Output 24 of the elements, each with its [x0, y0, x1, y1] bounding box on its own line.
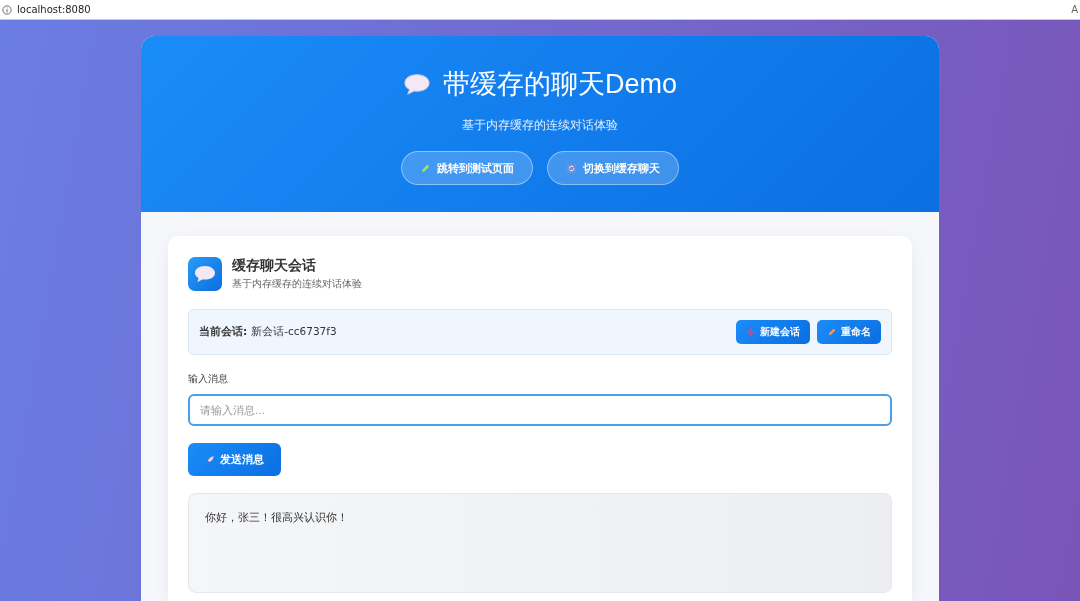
send-button[interactable]: 发送消息 [188, 443, 281, 476]
message-text: 你好，张三！很高兴认识你！ [205, 511, 349, 525]
message-input[interactable]: 请输入消息... [188, 394, 892, 426]
plus-icon [746, 327, 756, 337]
url-text: localhost:8080 [17, 4, 92, 15]
pencil-icon [827, 327, 837, 337]
page-subtitle: 基于内存缓存的连续对话体验 [462, 117, 618, 134]
session-button[interactable]: 重命名 [817, 320, 881, 344]
chat-app-icon [188, 257, 222, 291]
reader-mode-text: A [1071, 4, 1079, 15]
pencil-icon [420, 162, 431, 174]
refresh-icon [566, 162, 577, 174]
session-title: 缓存聊天会话 [232, 257, 317, 275]
current-session-name: 新会话-cc6737f3 [251, 325, 337, 337]
header-button[interactable]: 切换到缓存聊天 [547, 151, 679, 185]
info-icon [2, 4, 12, 15]
session-button[interactable]: 新建会话 [736, 320, 810, 344]
speech-bubble-icon [403, 72, 431, 96]
session-subtitle: 基于内存缓存的连续对话体验 [232, 278, 362, 291]
page-title: 带缓存的聊天Demo [443, 68, 677, 101]
header-button[interactable]: 跳转到测试页面 [401, 151, 533, 185]
rocket-icon [205, 454, 215, 465]
current-session-label: 当前会话: [199, 325, 248, 337]
input-label: 输入消息 [188, 373, 229, 386]
